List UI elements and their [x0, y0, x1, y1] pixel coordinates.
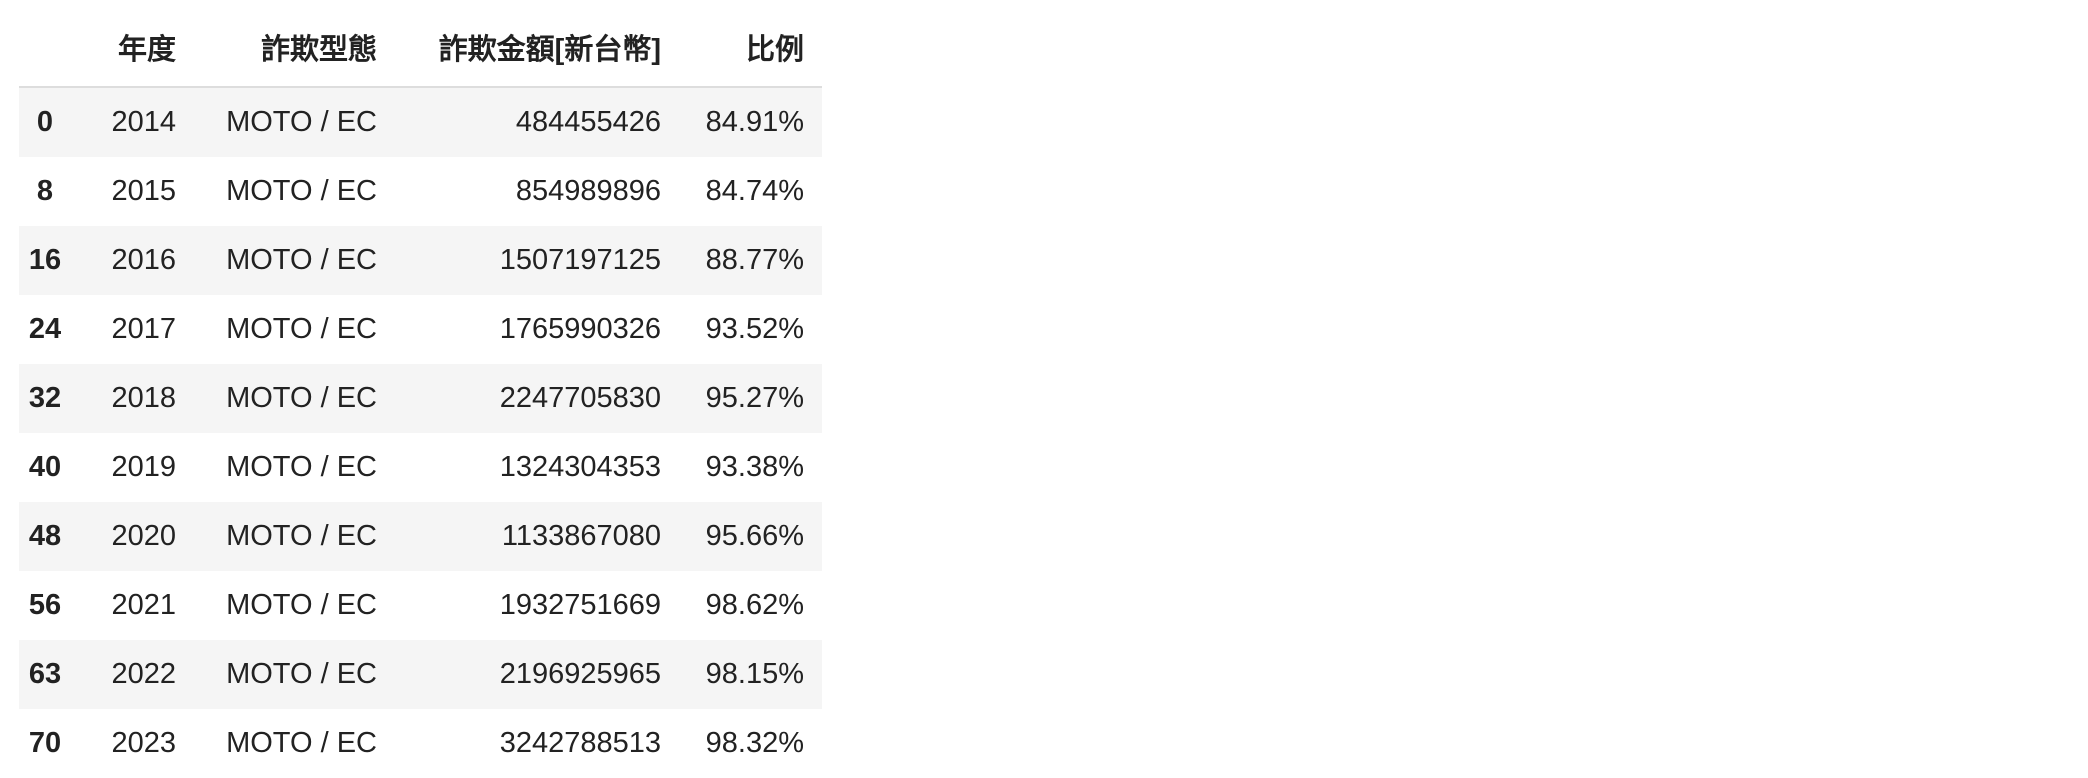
cell-fraud-type: MOTO / EC — [226, 451, 377, 483]
row-index: 63 — [28, 658, 62, 690]
cell-fraud-type: MOTO / EC — [226, 727, 377, 759]
cell-year: 2022 — [111, 658, 176, 690]
row-index: 16 — [28, 244, 62, 276]
row-index: 40 — [28, 451, 62, 483]
cell-fraud-type: MOTO / EC — [226, 658, 377, 690]
cell-fraud-type: MOTO / EC — [226, 106, 377, 138]
table-row: 0 2014 MOTO / EC 484455426 84.91% — [19, 87, 822, 157]
cell-ratio: 93.38% — [705, 451, 804, 483]
cell-fraud-amount: 1932751669 — [499, 589, 661, 621]
table-row: 48 2020 MOTO / EC 1133867080 95.66% — [19, 502, 822, 571]
cell-ratio: 95.66% — [705, 520, 804, 552]
row-index: 32 — [28, 382, 62, 414]
cell-ratio: 84.91% — [705, 106, 804, 138]
cell-fraud-type: MOTO / EC — [226, 589, 377, 621]
header-ratio: 比例 — [679, 0, 822, 88]
cell-ratio: 93.52% — [705, 313, 804, 345]
table-row: 24 2017 MOTO / EC 1765990326 93.52% — [19, 295, 822, 364]
cell-ratio: 95.27% — [705, 382, 804, 414]
header-index — [19, 0, 71, 88]
cell-ratio: 98.15% — [705, 658, 804, 690]
header-fraud-amount: 詐欺金額[新台幣] — [395, 0, 679, 88]
table-header: 年度 詐欺型態 詐欺金額[新台幣] 比例 — [19, 0, 822, 88]
row-index: 56 — [28, 589, 62, 621]
cell-year: 2016 — [111, 244, 176, 276]
table-row: 16 2016 MOTO / EC 1507197125 88.77% — [19, 226, 822, 295]
cell-fraud-type: MOTO / EC — [226, 520, 377, 552]
row-index: 70 — [28, 727, 62, 759]
cell-ratio: 98.62% — [705, 589, 804, 621]
header-year: 年度 — [71, 0, 194, 88]
row-index: 0 — [36, 106, 54, 138]
cell-year: 2023 — [111, 727, 176, 759]
cell-fraud-type: MOTO / EC — [226, 382, 377, 414]
row-index: 8 — [36, 175, 54, 207]
cell-year: 2017 — [111, 313, 176, 345]
table-row: 56 2021 MOTO / EC 1932751669 98.62% — [19, 571, 822, 640]
cell-fraud-type: MOTO / EC — [226, 244, 377, 276]
cell-fraud-amount: 1324304353 — [499, 451, 661, 483]
cell-fraud-amount: 3242788513 — [499, 727, 661, 759]
table-row: 63 2022 MOTO / EC 2196925965 98.15% — [19, 640, 822, 709]
cell-fraud-amount: 2196925965 — [499, 658, 661, 690]
dataframe-table: 年度 詐欺型態 詐欺金額[新台幣] 比例 0 2014 MOTO / EC 48445… — [19, 0, 822, 778]
cell-fraud-amount: 854989896 — [515, 175, 661, 207]
cell-year: 2020 — [111, 520, 176, 552]
cell-year: 2018 — [111, 382, 176, 414]
header-fraud-type: 詐欺型態 — [194, 0, 395, 88]
cell-ratio: 98.32% — [705, 727, 804, 759]
table-row: 40 2019 MOTO / EC 1324304353 93.38% — [19, 433, 822, 502]
cell-fraud-type: MOTO / EC — [226, 175, 377, 207]
cell-fraud-amount: 2247705830 — [499, 382, 661, 414]
cell-year: 2021 — [111, 589, 176, 621]
row-index: 24 — [28, 313, 62, 345]
cell-fraud-amount: 1507197125 — [499, 244, 661, 276]
cell-ratio: 88.77% — [705, 244, 804, 276]
cell-year: 2019 — [111, 451, 176, 483]
cell-fraud-amount: 1133867080 — [501, 520, 661, 552]
table-row: 8 2015 MOTO / EC 854989896 84.74% — [19, 157, 822, 226]
cell-fraud-type: MOTO / EC — [226, 313, 377, 345]
table-row: 32 2018 MOTO / EC 2247705830 95.27% — [19, 364, 822, 433]
cell-fraud-amount: 1765990326 — [499, 313, 661, 345]
cell-ratio: 84.74% — [705, 175, 804, 207]
cell-year: 2014 — [111, 106, 176, 138]
table-row: 70 2023 MOTO / EC 3242788513 98.32% — [19, 709, 822, 778]
table-body: 0 2014 MOTO / EC 484455426 84.91% 8 2015 MOTO /… — [19, 87, 822, 778]
row-index: 48 — [28, 520, 62, 552]
cell-year: 2015 — [111, 175, 176, 207]
cell-fraud-amount: 484455426 — [515, 106, 661, 138]
